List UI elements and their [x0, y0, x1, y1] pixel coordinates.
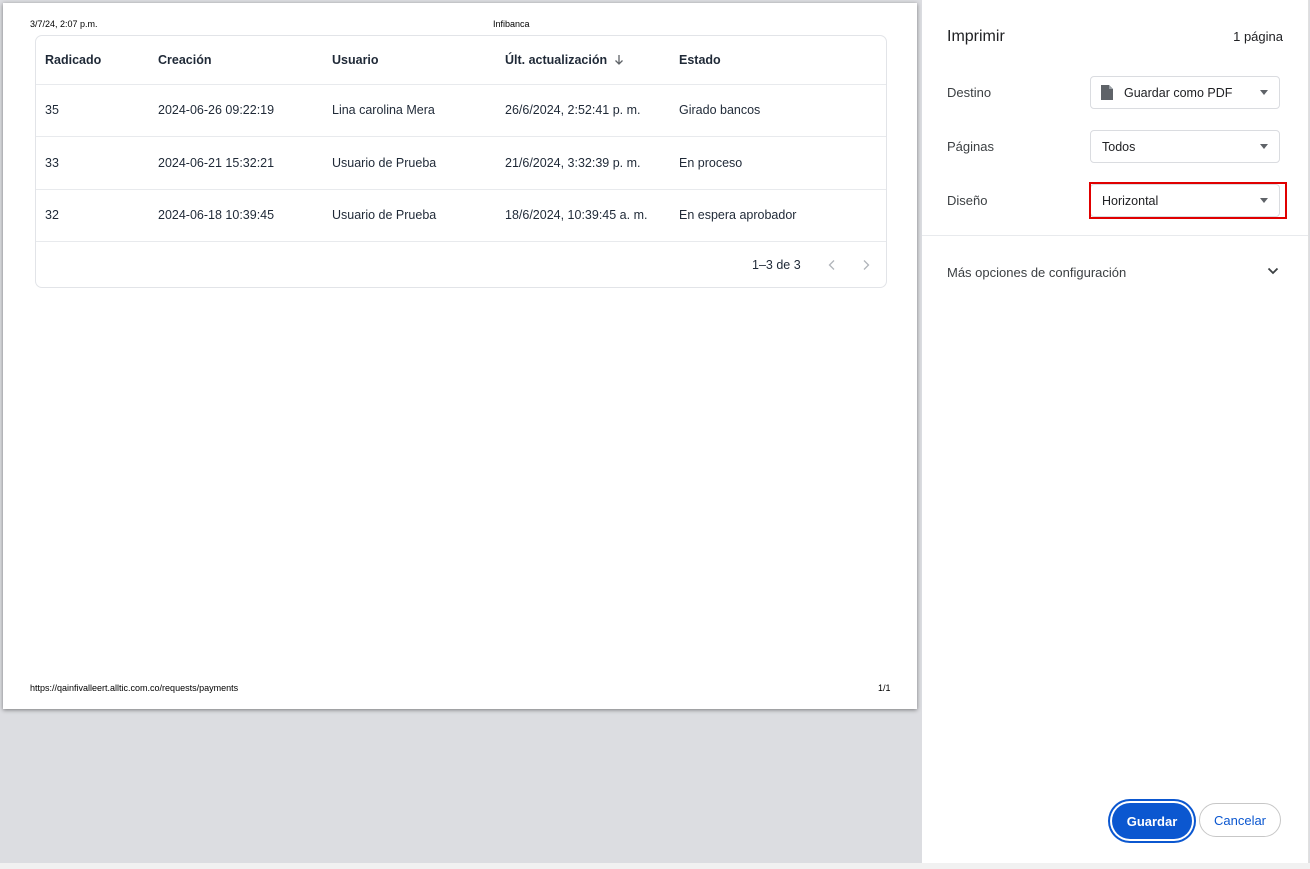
column-header-ultima-actualizacion[interactable]: Últ. actualización [505, 36, 625, 84]
pages-select[interactable]: Todos [1090, 130, 1280, 163]
cell-creacion: 2024-06-26 09:22:19 [158, 103, 275, 117]
page-footer-url: https://qainfivalleert.alltic.com.co/req… [30, 683, 239, 693]
dropdown-arrow-icon [1260, 144, 1268, 149]
cell-usuario: Lina carolina Mera [332, 103, 435, 117]
chevron-right-icon[interactable] [856, 255, 876, 275]
destination-value: Guardar como PDF [1124, 85, 1233, 100]
pagination-range: 1–3 de 3 [752, 258, 801, 272]
column-header-radicado[interactable]: Radicado [45, 36, 101, 84]
page-header-title: Infibanca [493, 19, 530, 29]
cell-ultima-actualizacion: 21/6/2024, 3:32:39 p. m. [505, 156, 641, 170]
requests-table: Radicado Creación Usuario Últ. actualiza… [35, 35, 887, 288]
cell-creacion: 2024-06-21 15:32:21 [158, 156, 275, 170]
cell-creacion: 2024-06-18 10:39:45 [158, 208, 275, 222]
layout-label: Diseño [947, 193, 988, 208]
destination-select[interactable]: Guardar como PDF [1090, 76, 1280, 109]
cell-radicado: 33 [45, 156, 59, 170]
panel-title: Imprimir [947, 28, 1005, 45]
column-header-label: Últ. actualización [505, 53, 608, 67]
table-row[interactable]: 32 2024-06-18 10:39:45 Usuario de Prueba… [36, 189, 886, 242]
page-footer-number: 1/1 [878, 683, 891, 693]
preview-page: 3/7/24, 2:07 p.m. Infibanca Radicado Cre… [3, 3, 917, 709]
cell-estado: En espera aprobador [679, 208, 797, 222]
cell-usuario: Usuario de Prueba [332, 208, 437, 222]
table-pagination: 1–3 de 3 [36, 241, 886, 287]
bottom-strip [0, 863, 1310, 869]
more-options-toggle[interactable]: Más opciones de configuración [947, 265, 1126, 280]
table-row[interactable]: 35 2024-06-26 09:22:19 Lina carolina Mer… [36, 84, 886, 137]
chevron-down-icon[interactable] [1266, 264, 1280, 278]
cell-radicado: 32 [45, 208, 59, 222]
cell-ultima-actualizacion: 26/6/2024, 2:52:41 p. m. [505, 103, 641, 117]
document-icon [1100, 84, 1114, 101]
cell-usuario: Usuario de Prueba [332, 156, 437, 170]
table-header-row: Radicado Creación Usuario Últ. actualiza… [36, 36, 886, 85]
pages-label: Páginas [947, 139, 994, 154]
cancel-button[interactable]: Cancelar [1199, 803, 1281, 837]
layout-highlight-box [1089, 182, 1287, 219]
column-header-estado[interactable]: Estado [679, 36, 721, 84]
page-header-date: 3/7/24, 2:07 p.m. [30, 19, 98, 29]
page-count: 1 página [1233, 29, 1283, 44]
table-row[interactable]: 33 2024-06-21 15:32:21 Usuario de Prueba… [36, 137, 886, 190]
arrow-down-icon[interactable] [613, 54, 625, 66]
cell-ultima-actualizacion: 18/6/2024, 10:39:45 a. m. [505, 208, 648, 222]
destination-label: Destino [947, 85, 992, 100]
cell-estado: Girado bancos [679, 103, 761, 117]
chevron-left-icon[interactable] [822, 255, 842, 275]
pages-value: Todos [1102, 139, 1136, 154]
settings-divider [922, 235, 1308, 236]
dropdown-arrow-icon [1260, 90, 1268, 95]
print-preview-area: 3/7/24, 2:07 p.m. Infibanca Radicado Cre… [0, 0, 922, 869]
print-settings-panel: Imprimir 1 página Destino Guardar como P… [922, 0, 1309, 863]
cell-estado: En proceso [679, 156, 743, 170]
cell-radicado: 35 [45, 103, 59, 117]
save-button[interactable]: Guardar [1112, 803, 1192, 839]
column-header-usuario[interactable]: Usuario [332, 36, 379, 84]
column-header-creacion[interactable]: Creación [158, 36, 212, 84]
